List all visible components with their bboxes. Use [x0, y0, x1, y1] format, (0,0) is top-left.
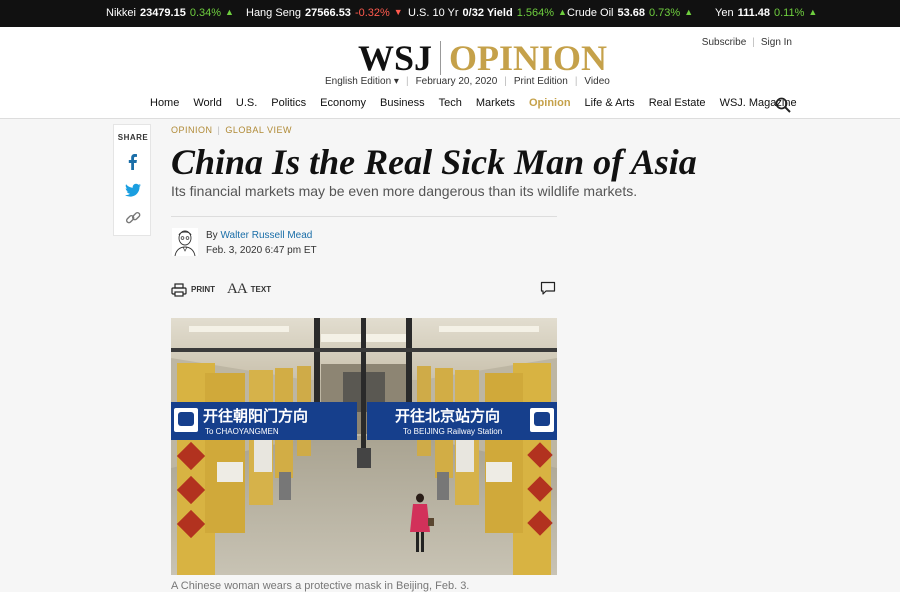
- ticker-value: 23479.15: [139, 7, 186, 19]
- nav-markets[interactable]: Markets: [476, 97, 515, 109]
- print-button[interactable]: PRINT: [171, 282, 215, 297]
- arrow-down-icon: ▼: [393, 7, 403, 17]
- sign-right-english: To BEIJING Railway Station: [403, 427, 502, 436]
- separator: |: [574, 76, 578, 87]
- article-headline: China Is the Real Sick Man of Asia: [171, 142, 697, 182]
- ticker-name: Hang Seng: [246, 7, 302, 19]
- ticker-name: Nikkei: [106, 7, 136, 19]
- sign-in-link[interactable]: Sign In: [761, 37, 792, 48]
- subscribe-link[interactable]: Subscribe: [702, 37, 746, 48]
- video-link[interactable]: Video: [584, 76, 609, 87]
- ticker-change: 0.34%: [189, 7, 222, 19]
- arrow-up-icon: ▲: [558, 7, 567, 17]
- ticker-change: 0.11%: [774, 7, 805, 19]
- logo-wsj: WSJ: [358, 38, 433, 78]
- photo-caption: A Chinese woman wears a protective mask …: [171, 580, 470, 592]
- share-label: SHARE: [117, 133, 149, 142]
- sign-left-english: To CHAOYANGMEN: [205, 427, 279, 436]
- kicker-section[interactable]: OPINION: [171, 125, 213, 135]
- separator: |: [752, 37, 755, 48]
- ticker-item[interactable]: Crude Oil 53.68 0.73% ▲: [567, 7, 693, 19]
- nav-business[interactable]: Business: [380, 97, 425, 109]
- publish-date: Feb. 3, 2020 6:47 pm ET: [206, 245, 317, 256]
- twitter-icon[interactable]: [124, 181, 142, 199]
- link-icon[interactable]: [124, 209, 142, 227]
- main-nav: Home World U.S. Politics Economy Busines…: [150, 97, 811, 109]
- sign-right-chinese: 开往北京站方向: [395, 407, 500, 425]
- ticker-item[interactable]: Hang Seng 27566.53 -0.32% ▼: [246, 7, 403, 19]
- search-icon[interactable]: [775, 97, 791, 113]
- logo-section: OPINION: [449, 38, 608, 78]
- nav-politics[interactable]: Politics: [271, 97, 306, 109]
- separator: |: [405, 76, 409, 87]
- nav-tech[interactable]: Tech: [439, 97, 462, 109]
- nav-home[interactable]: Home: [150, 97, 179, 109]
- arrow-up-icon: ▲: [684, 7, 694, 17]
- print-label: PRINT: [191, 285, 215, 294]
- logo-divider: [440, 41, 442, 75]
- ticker-name: U.S. 10 Yr: [408, 7, 459, 19]
- nav-us[interactable]: U.S.: [236, 97, 257, 109]
- nav-economy[interactable]: Economy: [320, 97, 366, 109]
- nav-life-arts[interactable]: Life & Arts: [585, 97, 635, 109]
- edition-bar: English Edition ▾ | February 20, 2020 | …: [325, 76, 610, 87]
- text-size-button[interactable]: AA TEXT: [227, 281, 271, 298]
- arrow-up-icon: ▲: [808, 7, 818, 17]
- comment-icon[interactable]: [540, 281, 556, 295]
- ticker-value: 0/32 Yield: [462, 7, 513, 19]
- ticker-item[interactable]: U.S. 10 Yr 0/32 Yield 1.564% ▲: [408, 7, 567, 19]
- text-size-icon: AA: [227, 281, 248, 297]
- market-ticker: Nikkei 23479.15 0.34% ▲ Hang Seng 27566.…: [0, 0, 900, 27]
- nav-world[interactable]: World: [193, 97, 222, 109]
- byline-prefix: By: [206, 230, 218, 241]
- current-date: February 20, 2020: [415, 76, 498, 87]
- share-panel: SHARE: [113, 124, 151, 236]
- ticker-item[interactable]: Yen 111.48 0.11% ▲: [715, 7, 817, 19]
- author-link[interactable]: Walter Russell Mead: [220, 230, 312, 241]
- ticker-value: 53.68: [617, 7, 645, 19]
- nav-opinion[interactable]: Opinion: [529, 97, 571, 109]
- ticker-name: Crude Oil: [567, 7, 614, 19]
- site-header: WSJ OPINION Subscribe | Sign In English …: [0, 27, 900, 119]
- separator: |: [504, 76, 507, 87]
- article-tools: PRINT AA TEXT: [171, 281, 283, 298]
- subway-station-image: 开往朝阳门方向 To CHAOYANGMEN 开往北京站方向 To BEIJIN…: [171, 318, 557, 575]
- divider: [171, 216, 557, 217]
- facebook-icon[interactable]: [124, 153, 142, 171]
- author-avatar[interactable]: [172, 228, 198, 256]
- ticker-value: 111.48: [737, 7, 770, 19]
- byline: By Walter Russell Mead: [206, 230, 312, 241]
- ticker-change: 0.73%: [649, 7, 681, 19]
- ticker-item[interactable]: Nikkei 23479.15 0.34% ▲: [106, 7, 234, 19]
- text-label: TEXT: [250, 285, 272, 294]
- edition-select[interactable]: English Edition ▾: [325, 76, 399, 87]
- nav-real-estate[interactable]: Real Estate: [649, 97, 706, 109]
- ticker-value: 27566.53: [305, 7, 351, 19]
- print-edition-link[interactable]: Print Edition: [514, 76, 568, 87]
- article-photo[interactable]: 开往朝阳门方向 To CHAOYANGMEN 开往北京站方向 To BEIJIN…: [171, 318, 557, 575]
- separator: |: [217, 125, 221, 135]
- printer-icon: [171, 282, 187, 297]
- article-kicker: OPINION | GLOBAL VIEW: [171, 125, 292, 135]
- site-logo[interactable]: WSJ OPINION: [358, 37, 607, 79]
- ticker-name: Yen: [715, 7, 734, 19]
- arrow-up-icon: ▲: [225, 7, 234, 17]
- kicker-column[interactable]: GLOBAL VIEW: [225, 125, 292, 135]
- sign-left-chinese: 开往朝阳门方向: [203, 407, 308, 425]
- account-links: Subscribe | Sign In: [702, 37, 792, 48]
- ticker-change: -0.32%: [354, 7, 390, 19]
- ticker-change: 1.564%: [516, 7, 555, 19]
- article-dek: Its financial markets may be even more d…: [171, 183, 638, 199]
